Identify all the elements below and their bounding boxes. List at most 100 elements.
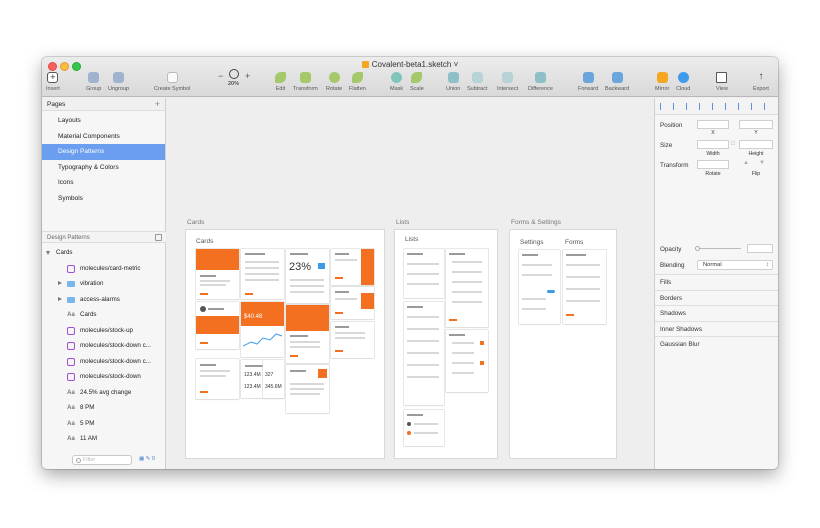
intersect-button[interactable]: Intersect [497,72,518,92]
layer-row[interactable]: access-alarms [42,292,166,308]
align-left-icon[interactable] [660,103,667,110]
layer-row[interactable]: Aa 24.5% avg change [42,385,166,401]
add-page-button[interactable]: + [155,98,160,111]
opacity-slider[interactable] [695,246,741,251]
export-button[interactable]: ↑ Export [753,72,769,93]
scale-button[interactable]: Scale [410,72,424,92]
card-thumbnail[interactable] [196,302,239,349]
card-thumbnail[interactable] [331,287,374,319]
forward-button[interactable]: Forward [578,72,598,92]
view-button[interactable]: View [716,72,728,92]
list-thumbnail[interactable] [404,249,444,298]
layer-tools[interactable]: ▦ ✎ 0 [139,456,155,462]
mirror-button[interactable]: Mirror [655,72,669,92]
card-thumbnail[interactable] [286,365,329,413]
symbols-filter-icon[interactable]: ▦ [139,456,144,462]
align-bottom-icon[interactable] [725,103,732,110]
artboard-lists[interactable]: Lists [395,230,497,458]
artboard-label-forms-settings[interactable]: Forms & Settings [511,219,561,226]
inspector-section[interactable]: Fills [655,274,778,289]
inspector-section[interactable]: Shadows [655,305,778,320]
position-y-input[interactable] [739,120,773,129]
inspector-section[interactable]: Borders [655,289,778,305]
subtract-button[interactable]: Subtract [467,72,487,92]
card-thumbnail[interactable] [241,249,284,299]
flip-horizontal-icon[interactable]: ▲ [743,160,749,166]
list-thumbnail[interactable] [404,302,444,405]
card-thumbnail[interactable] [331,322,374,358]
artboard-cards[interactable]: Cards 23% $40.48 123.4M 123.4M 327 345.6… [186,230,384,458]
page-item[interactable]: Design Patterns [42,144,165,160]
collapse-layers-icon[interactable] [155,234,162,241]
width-input[interactable] [697,140,729,149]
union-button[interactable]: Union [446,72,460,92]
document-title[interactable]: Covalent-beta1.sketch ˅ [42,60,778,69]
artboard-forms-settings[interactable]: Settings Forms [510,230,616,458]
card-thumbnail[interactable] [286,305,329,363]
align-middle-icon[interactable] [712,103,719,110]
layer-row[interactable]: Aa 11 AM [42,431,166,447]
canvas[interactable]: Cards Cards 23% $40.48 123.4M 123.4M 327… [166,98,654,469]
card-metric-thumbnail[interactable]: 23% [286,249,329,303]
align-center-icon[interactable] [673,103,680,110]
mask-button[interactable]: Mask [390,72,403,92]
opacity-input[interactable] [747,244,773,253]
cloud-button[interactable]: Cloud [676,72,690,92]
distribute-vertical-icon[interactable] [751,103,758,110]
align-top-icon[interactable] [699,103,706,110]
page-item[interactable]: Material Components [42,129,165,145]
backward-button[interactable]: Backward [605,72,629,92]
disclosure-open-icon[interactable] [46,251,50,255]
page-item[interactable]: Icons [42,175,165,191]
edit-layer-icon[interactable]: ✎ [146,456,151,462]
artboard-label-cards[interactable]: Cards [187,219,204,226]
layer-row[interactable]: molecules/stock-down c... [42,354,166,370]
layer-filter-input[interactable]: Filter [72,455,132,465]
slider-knob[interactable] [695,246,700,251]
card-thumbnail[interactable] [331,249,374,285]
list-thumbnail[interactable] [446,330,488,392]
disclosure-closed-icon[interactable] [58,296,62,301]
blending-select[interactable]: Normal ↕ [697,260,773,270]
layer-row[interactable]: molecules/stock-down c... [42,338,166,354]
rotate-button[interactable]: Rotate [326,72,342,92]
disclosure-closed-icon[interactable] [58,281,62,285]
insert-button[interactable]: + Insert [46,72,60,92]
rotate-input[interactable] [697,160,729,169]
difference-button[interactable]: Difference [528,72,553,92]
page-item[interactable]: Typography & Colors [42,160,165,176]
card-thumbnail[interactable] [196,359,239,399]
inspector-section[interactable]: Gaussian Blur [655,336,778,351]
layer-row[interactable]: Aa Cards [42,307,166,323]
make-grid-icon[interactable] [764,103,771,110]
zoom-control[interactable]: 20% [228,69,239,87]
page-item[interactable]: Layouts [42,113,165,129]
card-stock-thumbnail[interactable]: 327 345.6M [263,360,284,398]
list-thumbnail[interactable] [446,249,488,327]
list-thumbnail[interactable] [404,410,444,446]
flatten-button[interactable]: Flatten [349,72,366,92]
distribute-horizontal-icon[interactable] [738,103,745,110]
layer-row[interactable]: molecules/stock-down [42,369,166,385]
lock-icon[interactable]: □ [731,141,735,147]
ungroup-button[interactable]: Ungroup [108,72,129,92]
card-chart-thumbnail[interactable]: $40.48 [241,302,284,357]
group-button[interactable]: Group [86,72,101,92]
position-x-input[interactable] [697,120,729,129]
settings-thumbnail[interactable] [519,250,560,324]
layer-row[interactable]: Aa 5 PM [42,416,166,432]
inspector-section[interactable]: Inner Shadows [655,320,778,336]
transform-button[interactable]: Transform [293,72,318,92]
height-input[interactable] [739,140,773,149]
layer-row[interactable]: molecules/card-metric [42,261,166,277]
artboard-label-lists[interactable]: Lists [396,219,409,226]
page-item[interactable]: Symbols [42,191,165,207]
layer-row[interactable]: Cards [42,245,166,261]
layer-row[interactable]: molecules/stock-up [42,323,166,339]
align-right-icon[interactable] [686,103,693,110]
zoom-out-button[interactable]: − [218,71,223,81]
form-thumbnail[interactable] [563,250,606,324]
zoom-in-button[interactable]: + [245,71,250,81]
flip-vertical-icon[interactable]: ▼ [759,160,765,166]
edit-button[interactable]: Edit [275,72,286,92]
